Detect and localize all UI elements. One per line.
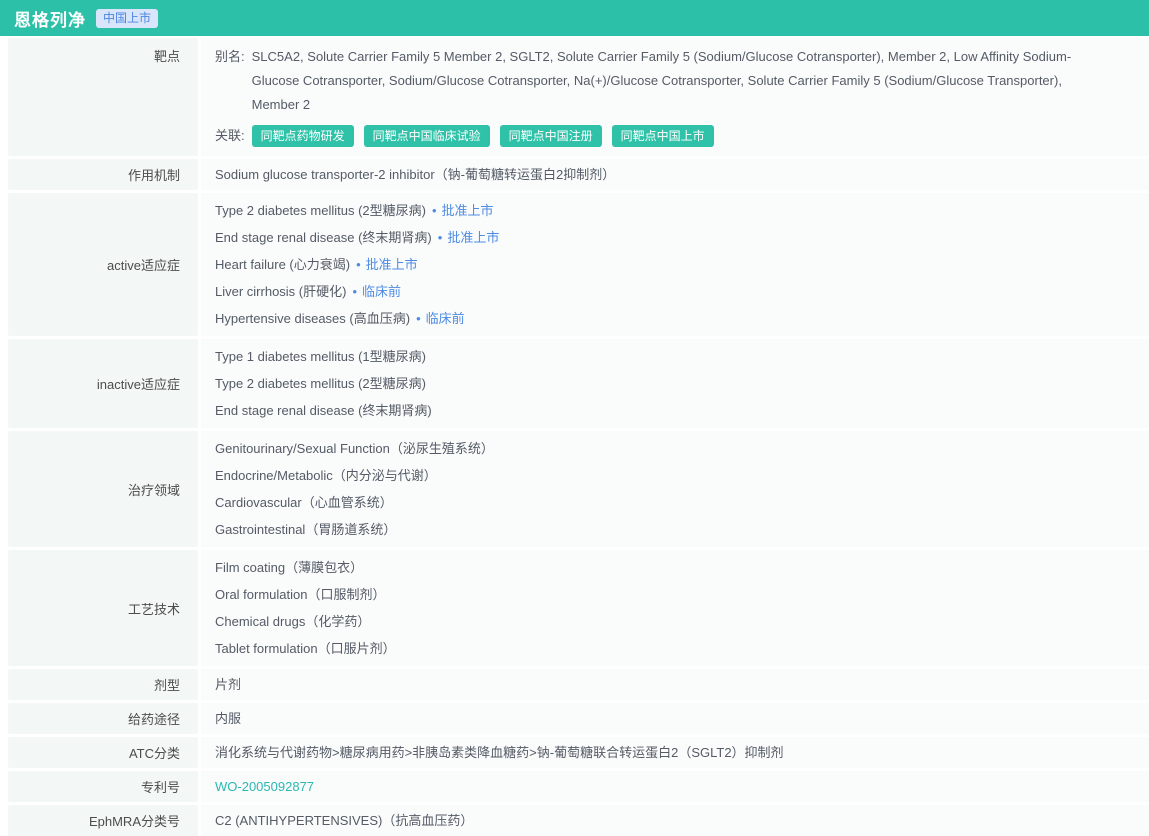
related-target-button[interactable]: 同靶点药物研发	[252, 125, 354, 147]
info-row: 给药途径内服	[0, 703, 1149, 734]
indication-item: End stage renal disease (终末期肾病) • 批准上市	[215, 224, 1109, 251]
bullet-separator: •	[356, 257, 361, 272]
indication-item: Hypertensive diseases (高血压病) • 临床前	[215, 305, 1109, 332]
indication-text: Heart failure (心力衰竭)	[215, 257, 350, 272]
status-link[interactable]: 批准上市	[447, 230, 499, 245]
indication-item: Heart failure (心力衰竭) • 批准上市	[215, 251, 1109, 278]
bullet-separator: •	[438, 230, 443, 245]
info-row: 专利号 WO-2005092877	[0, 771, 1149, 802]
indication-text: Hypertensive diseases (高血压病)	[215, 311, 410, 326]
related-target-button[interactable]: 同靶点中国临床试验	[364, 125, 490, 147]
row-label: ATC分类	[8, 737, 198, 768]
row-label: active适应症	[8, 193, 198, 336]
indication-text: Liver cirrhosis (肝硬化)	[215, 284, 346, 299]
row-value: 内服	[215, 705, 1109, 732]
status-link[interactable]: 临床前	[426, 311, 465, 326]
row-label: 给药途径	[8, 703, 198, 734]
row-label: 作用机制	[8, 159, 198, 190]
row-label: 靶点	[8, 38, 198, 156]
row-label: 专利号	[8, 771, 198, 802]
related-target-button[interactable]: 同靶点中国上市	[612, 125, 714, 147]
list-item: Genitourinary/Sexual Function（泌尿生殖系统）	[215, 435, 1109, 462]
bullet-separator: •	[352, 284, 357, 299]
indication-item: Type 2 diabetes mellitus (2型糖尿病) • 批准上市	[215, 197, 1109, 224]
info-row: 靶点别名:SLC5A2, Solute Carrier Family 5 Mem…	[0, 38, 1149, 156]
row-label: 剂型	[8, 669, 198, 700]
relation-label: 关联:	[215, 124, 245, 148]
info-row: 剂型片剂	[0, 669, 1149, 700]
row-content: 别名:SLC5A2, Solute Carrier Family 5 Membe…	[201, 38, 1149, 156]
bullet-separator: •	[432, 203, 437, 218]
row-content: WO-2005092877	[201, 771, 1149, 802]
list-item: Film coating（薄膜包衣）	[215, 554, 1109, 581]
list-item: Chemical drugs（化学药）	[215, 608, 1109, 635]
drug-name-title: 恩格列净	[14, 6, 86, 31]
list-item: Endocrine/Metabolic（内分泌与代谢）	[215, 462, 1109, 489]
row-content: 内服	[201, 703, 1149, 734]
row-label: EphMRA分类号	[8, 805, 198, 836]
row-value: 片剂	[215, 671, 1109, 698]
relation-line: 关联: 同靶点药物研发同靶点中国临床试验同靶点中国注册同靶点中国上市	[215, 124, 1109, 148]
status-link[interactable]: 临床前	[362, 284, 401, 299]
info-row: 作用机制 Sodium glucose transporter-2 inhibit…	[0, 159, 1149, 190]
status-link[interactable]: 批准上市	[366, 257, 418, 272]
row-content: 消化系统与代谢药物>糖尿病用药>非胰岛素类降血糖药>钠-葡萄糖联合转运蛋白2（S…	[201, 737, 1149, 768]
row-content: Genitourinary/Sexual Function（泌尿生殖系统）End…	[201, 431, 1149, 547]
bullet-separator: •	[416, 311, 421, 326]
info-row: 工艺技术Film coating（薄膜包衣）Oral formulation（口…	[0, 550, 1149, 666]
market-status-badge: 中国上市	[96, 9, 158, 28]
list-item: Cardiovascular（心血管系统）	[215, 489, 1109, 516]
row-content: Film coating（薄膜包衣）Oral formulation（口服制剂）…	[201, 550, 1149, 666]
list-item: Type 1 diabetes mellitus (1型糖尿病)	[215, 343, 1109, 370]
row-content: Type 2 diabetes mellitus (2型糖尿病)•批准上市End…	[201, 193, 1149, 336]
row-value: 消化系统与代谢药物>糖尿病用药>非胰岛素类降血糖药>钠-葡萄糖联合转运蛋白2（S…	[215, 739, 1109, 766]
indication-text: Type 2 diabetes mellitus (2型糖尿病)	[215, 203, 426, 218]
row-content: Type 1 diabetes mellitus (1型糖尿病)Type 2 d…	[201, 339, 1149, 428]
patent-link[interactable]: WO-2005092877	[215, 773, 1109, 800]
info-row: inactive适应症Type 1 diabetes mellitus (1型糖…	[0, 339, 1149, 428]
page-header: 恩格列净 中国上市	[0, 0, 1149, 36]
info-row: 治疗领域Genitourinary/Sexual Function（泌尿生殖系统…	[0, 431, 1149, 547]
alias-value: SLC5A2, Solute Carrier Family 5 Member 2…	[252, 45, 1109, 117]
row-label: 工艺技术	[8, 550, 198, 666]
row-label: 治疗领域	[8, 431, 198, 547]
status-link[interactable]: 批准上市	[442, 203, 494, 218]
list-item: Tablet formulation（口服片剂）	[215, 635, 1109, 662]
info-row: EphMRA分类号 C2 (ANTIHYPERTENSIVES)（抗高血压药）	[0, 805, 1149, 836]
info-row: ATC分类消化系统与代谢药物>糖尿病用药>非胰岛素类降血糖药>钠-葡萄糖联合转运…	[0, 737, 1149, 768]
info-row: active适应症 Type 2 diabetes mellitus (2型糖尿病…	[0, 193, 1149, 336]
alias-line: 别名:SLC5A2, Solute Carrier Family 5 Membe…	[215, 45, 1109, 117]
related-target-button[interactable]: 同靶点中国注册	[500, 125, 602, 147]
row-label: inactive适应症	[8, 339, 198, 428]
list-item: Type 2 diabetes mellitus (2型糖尿病)	[215, 370, 1109, 397]
drug-info-table: 靶点别名:SLC5A2, Solute Carrier Family 5 Mem…	[0, 36, 1149, 836]
list-item: Gastrointestinal（胃肠道系统）	[215, 516, 1109, 543]
indication-text: End stage renal disease (终末期肾病)	[215, 230, 432, 245]
list-item: End stage renal disease (终末期肾病)	[215, 397, 1109, 424]
row-value: C2 (ANTIHYPERTENSIVES)（抗高血压药）	[215, 807, 1109, 834]
row-content: Sodium glucose transporter-2 inhibitor（钠…	[201, 159, 1149, 190]
row-content: C2 (ANTIHYPERTENSIVES)（抗高血压药）	[201, 805, 1149, 836]
list-item: Oral formulation（口服制剂）	[215, 581, 1109, 608]
alias-label: 别名:	[215, 45, 245, 117]
row-value: Sodium glucose transporter-2 inhibitor（钠…	[215, 161, 1109, 188]
indication-item: Liver cirrhosis (肝硬化) • 临床前	[215, 278, 1109, 305]
row-content: 片剂	[201, 669, 1149, 700]
